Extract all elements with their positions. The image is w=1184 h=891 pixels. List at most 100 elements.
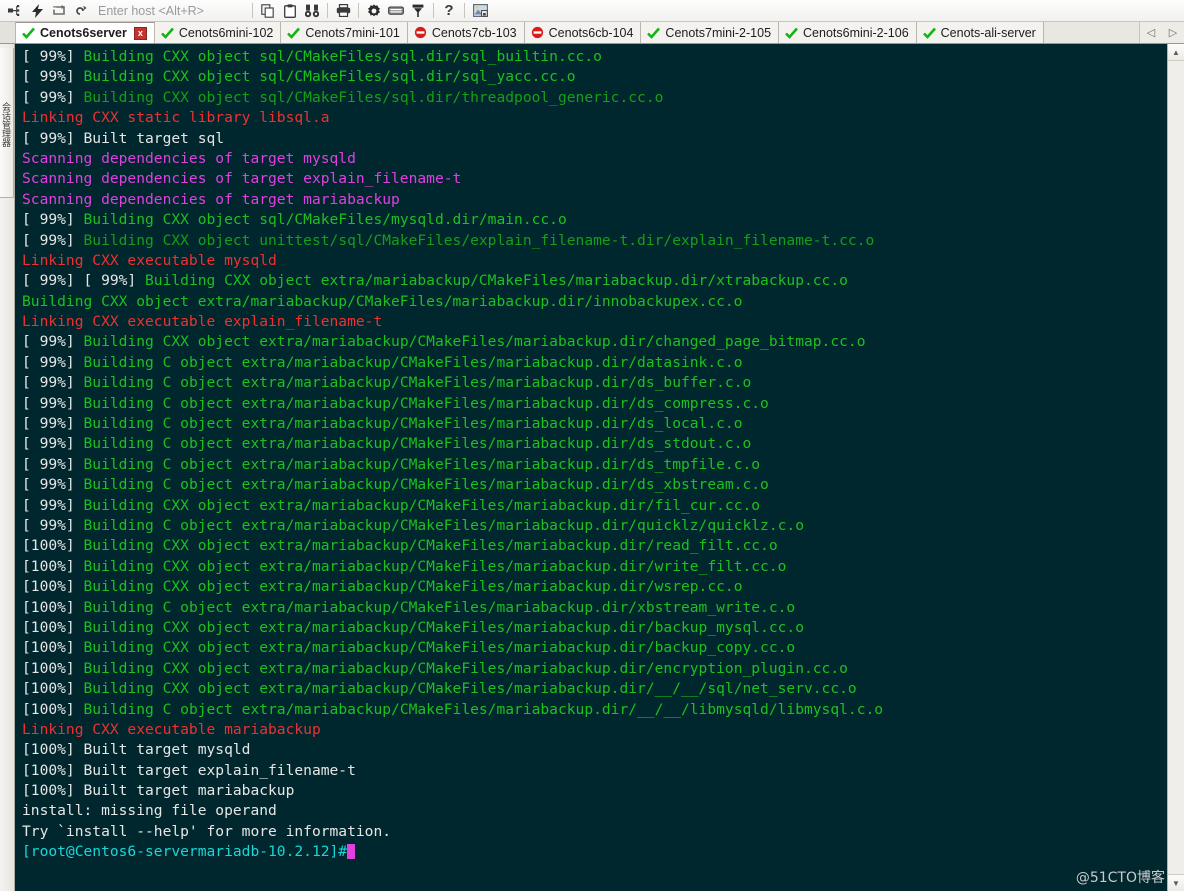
connect-icon[interactable] [4,1,26,21]
terminal-line: [100%] Building CXX object extra/mariaba… [22,618,1167,638]
terminal-span: [100%] [22,578,84,596]
terminal-span: [ 99%] [ 99%] [22,272,146,290]
tab-label: Cenots6mini-102 [178,25,274,40]
host-input[interactable] [98,3,248,18]
terminal-span: [100%] [22,700,84,718]
terminal-span: [ 99%] [22,68,84,86]
terminal-span: [ 99%] [22,415,84,433]
status-connected-icon [922,27,936,39]
terminal-line: [ 99%] Building CXX object unittest/sql/… [22,231,1167,251]
tab-cenots7cb-103[interactable]: Cenots7cb-103 [407,22,525,43]
screenshot-icon[interactable] [469,1,491,21]
print-icon[interactable] [332,1,354,21]
help-icon[interactable]: ? [438,1,460,21]
terminal-span: Linking CXX static library libsql.a [22,109,330,127]
tab-label: Cenots7cb-103 [431,25,517,40]
terminal-span: Building C object extra/mariabackup/CMak… [83,598,796,616]
terminal-line: [ 99%] Building CXX object extra/mariaba… [22,496,1167,516]
toolbar-separator-2 [327,3,328,18]
paste-icon[interactable] [279,1,301,21]
terminal-output[interactable]: [ 99%] Building CXX object sql/CMakeFile… [15,44,1167,891]
terminal-span: Building C object extra/mariabackup/CMak… [83,700,884,718]
toolbar-separator-1 [252,3,253,18]
terminal-line: Linking CXX executable mysqld [22,251,1167,271]
tab-cenots-ali-server[interactable]: Cenots-ali-server [916,22,1044,43]
find-icon[interactable] [301,1,323,21]
tab-bar: Cenots6server x Cenots6mini-102 Cenots7m… [0,22,1184,44]
session-manager-tab[interactable]: 会话管理器 [0,48,14,198]
tab-cenots6mini-102[interactable]: Cenots6mini-102 [154,22,282,43]
terminal-cursor [347,844,356,860]
terminal-span: Building CXX object extra/mariabackup/CM… [83,680,857,698]
terminal-span: Building CXX object sql/CMakeFiles/sql.d… [83,48,602,65]
tab-label: Cenots6cb-104 [548,25,634,40]
terminal-span: Scanning dependencies of target mariabac… [22,190,400,208]
status-connected-icon [22,27,35,39]
terminal-line: [100%] Built target mariabackup [22,781,1167,801]
terminal-line: install: missing file operand [22,801,1167,821]
terminal-span: Building CXX object unittest/sql/CMakeFi… [83,231,875,249]
status-connected-icon [785,27,799,39]
terminal-span: [ 99%] [22,374,84,392]
terminal-line: [100%] Built target mysqld [22,740,1167,760]
status-disconnected-icon [531,26,544,39]
terminal-line: Scanning dependencies of target explain_… [22,169,1167,189]
terminal-line: [ 99%] Building C object extra/mariaback… [22,373,1167,393]
terminal-span: Building CXX object extra/mariabackup/CM… [83,557,787,575]
disconnect-icon[interactable] [70,1,92,21]
tab-prev-icon[interactable]: ◁ [1147,26,1155,39]
terminal-span: Building C object extra/mariabackup/CMak… [83,394,769,412]
scroll-down-button[interactable]: ▼ [1168,874,1184,891]
tabbar-left-pad [0,22,16,43]
terminal-span: Building C object extra/mariabackup/CMak… [83,455,761,473]
terminal-line: [ 99%] Building CXX object extra/mariaba… [22,332,1167,352]
terminal-span: Building CXX object sql/CMakeFiles/sql.d… [83,88,664,106]
tab-label: Cenots7mini-101 [305,25,400,40]
terminal-span: [ 99%] [22,333,84,351]
terminal-line: [100%] Building C object extra/mariaback… [22,598,1167,618]
terminal-line: [ 99%] Building CXX object sql/CMakeFile… [22,67,1167,87]
terminal-line: [ 99%] Building C object extra/mariaback… [22,394,1167,414]
session-manager-sidebar: 会话管理器 [0,44,15,891]
gear-icon[interactable] [363,1,385,21]
terminal-prompt-line: [root@Centos6-servermariadb-10.2.12]# [22,842,1167,862]
tab-close-button[interactable]: x [133,26,147,40]
scroll-up-button[interactable]: ▲ [1168,44,1184,61]
tab-cenots6mini-2-106[interactable]: Cenots6mini-2-106 [779,22,917,43]
terminal-span: Building C object extra/mariabackup/CMak… [83,476,769,494]
terminal-span: [100%] [22,598,84,616]
toolbar-separator-5 [464,3,465,18]
terminal-span: [ 99%] [22,496,84,514]
terminal-span: [ 99%] [22,231,84,249]
shell-prompt: [root@Centos6-servermariadb-10.2.12]# [22,843,348,861]
terminal-span: Building CXX object extra/mariabackup/CM… [145,272,848,290]
terminal-line: [ 99%] Building C object extra/mariaback… [22,353,1167,373]
copy-icon[interactable] [257,1,279,21]
terminal-line: Linking CXX executable mariabackup [22,720,1167,740]
terminal-span: [ 99%] [22,516,84,534]
terminal-line: [ 99%] Building CXX object sql/CMakeFile… [22,47,1167,67]
terminal-span: [ 99%] [22,88,84,106]
terminal-line: [100%] Building CXX object extra/mariaba… [22,557,1167,577]
toolbar-separator-4 [433,3,434,18]
quick-connect-icon[interactable] [26,1,48,21]
reconnect-icon[interactable] [48,1,70,21]
terminal-line: [ 99%] Building C object extra/mariaback… [22,414,1167,434]
keyboard-icon[interactable] [385,1,407,21]
toolbar-separator-3 [358,3,359,18]
tab-next-icon[interactable]: ▷ [1169,26,1177,39]
status-connected-icon [287,27,301,39]
tabbar-nav: ◁ ▷ [1140,22,1184,43]
tab-cenots6cb-104[interactable]: Cenots6cb-104 [524,22,642,43]
tab-cenots7mini-101[interactable]: Cenots7mini-101 [281,22,408,43]
terminal-span: Building C object extra/mariabackup/CMak… [83,435,752,453]
tab-cenots6server[interactable]: Cenots6server x [16,22,155,43]
terminal-line: [ 99%] Building CXX object sql/CMakeFile… [22,88,1167,108]
terminal-line: Scanning dependencies of target mysqld [22,149,1167,169]
funnel-icon[interactable] [407,1,429,21]
terminal-span: [100%] [22,639,84,657]
terminal-line: [100%] Building CXX object extra/mariaba… [22,577,1167,597]
terminal-line: [ 99%] Built target sql [22,129,1167,149]
terminal-vertical-scrollbar[interactable]: ▲ ▼ [1167,44,1184,891]
tab-cenots7mini-2-105[interactable]: Cenots7mini-2-105 [641,22,780,43]
